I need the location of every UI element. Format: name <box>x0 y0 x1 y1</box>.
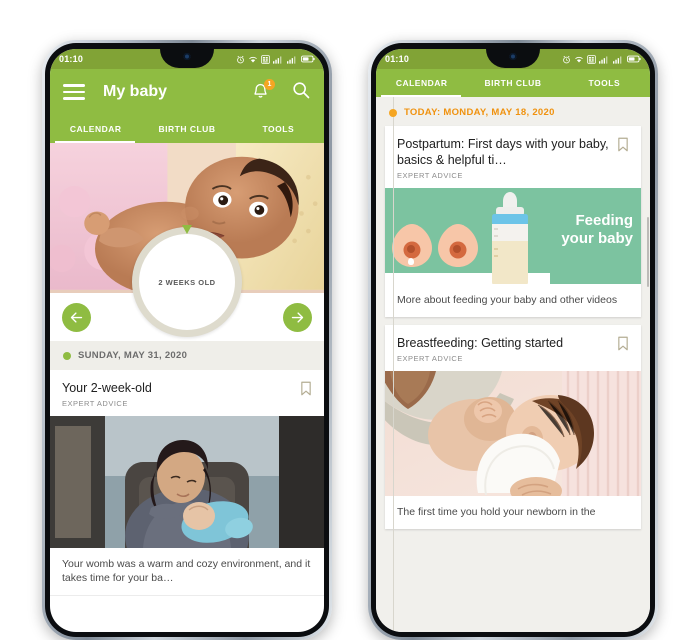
arrow-left-icon <box>70 311 83 323</box>
feeding-banner-text: Feeding your baby <box>561 212 633 248</box>
sim-icon <box>587 54 596 64</box>
hamburger-bar <box>63 97 85 100</box>
article-title: Breastfeeding: Getting started <box>397 336 564 351</box>
today-header: TODAY: MONDAY, MAY 18, 2020 <box>376 97 650 126</box>
status-bar-icons <box>562 54 641 64</box>
article-card[interactable]: Your 2-week-old EXPERT ADVICE Your womb … <box>50 370 324 597</box>
tab-tools[interactable]: TOOLS <box>559 69 650 97</box>
tab-bar: CALENDAR BIRTH CLUB TOOLS <box>376 69 650 97</box>
signal-icon <box>599 55 608 64</box>
breastfeeding-photo-illustration <box>385 371 641 497</box>
status-bar-clock: 01:10 <box>59 54 84 64</box>
status-bar-clock: 01:10 <box>385 54 410 64</box>
tab-birth-club[interactable]: BIRTH CLUB <box>141 115 232 143</box>
article-card-header: Postpartum: First days with your baby, b… <box>385 126 641 176</box>
tab-tools[interactable]: TOOLS <box>233 115 324 143</box>
age-ring-progress-marker <box>182 225 192 234</box>
phone-mockup-right: 01:10 CALENDAR BIRTH CLUB TOOLS TODAY: M… <box>368 40 658 640</box>
article-kicker: EXPERT ADVICE <box>62 399 128 408</box>
bookmark-icon[interactable] <box>300 381 312 396</box>
article-card[interactable]: Breastfeeding: Getting started EXPERT AD… <box>385 325 641 530</box>
bookmark-icon[interactable] <box>617 137 629 152</box>
hamburger-bar <box>63 84 85 87</box>
article-excerpt: Your womb was a warm and cozy environmen… <box>62 558 311 585</box>
tab-birth-club[interactable]: BIRTH CLUB <box>467 69 558 97</box>
today-label: TODAY: MONDAY, MAY 18, 2020 <box>404 107 555 118</box>
app-bar: My baby 1 <box>50 69 324 115</box>
article-title: Your 2-week-old <box>62 381 152 395</box>
search-button[interactable] <box>291 80 311 105</box>
alarm-icon <box>563 55 570 63</box>
status-bar-icons <box>236 54 315 64</box>
signal-icon <box>273 55 282 64</box>
article-kicker: EXPERT ADVICE <box>397 354 463 364</box>
notifications-button[interactable]: 1 <box>251 79 275 102</box>
today-dot-icon <box>389 108 397 117</box>
previous-day-button[interactable] <box>62 302 91 332</box>
article-feed[interactable]: TODAY: MONDAY, MAY 18, 2020 Postpartum: … <box>376 97 650 632</box>
age-navigation-strip: 2 WEEKS OLD <box>50 225 324 341</box>
sim-icon <box>261 54 270 64</box>
front-camera-icon <box>509 53 517 60</box>
notification-badge: 1 <box>264 79 275 90</box>
mother-holding-baby-illustration <box>50 416 324 548</box>
feeding-banner-line1: Feeding <box>575 212 633 229</box>
feeding-banner-line2: your baby <box>561 230 633 247</box>
wifi-icon <box>575 56 583 63</box>
article-excerpt: The first time you hold your newborn in … <box>397 506 596 519</box>
page-title: My baby <box>103 83 168 100</box>
phone-mockup-left: 01:10 My baby 1 CALENDAR BIRTH CLUB TOOL… <box>42 40 332 640</box>
hamburger-icon[interactable] <box>63 84 85 100</box>
signal-icon <box>287 55 296 64</box>
next-day-button[interactable] <box>283 302 312 332</box>
tab-calendar[interactable]: CALENDAR <box>50 115 141 143</box>
baby-age-label: 2 WEEKS OLD <box>158 277 216 287</box>
tab-calendar[interactable]: CALENDAR <box>376 69 467 97</box>
hamburger-bar <box>63 90 85 94</box>
article-card[interactable]: Postpartum: First days with your baby, b… <box>385 126 641 318</box>
article-photo <box>50 416 324 548</box>
feeding-banner-illustration: Feeding your baby <box>385 188 641 284</box>
day-dot-icon <box>63 351 71 360</box>
article-photo <box>385 371 641 497</box>
day-label: SUNDAY, MAY 31, 2020 <box>78 350 188 361</box>
front-camera-icon <box>183 53 191 60</box>
battery-icon <box>627 55 641 63</box>
search-icon <box>293 81 310 98</box>
phone-screen-left: 01:10 My baby 1 CALENDAR BIRTH CLUB TOOL… <box>50 49 324 632</box>
bookmark-icon[interactable] <box>617 336 629 351</box>
day-header: SUNDAY, MAY 31, 2020 <box>50 341 324 370</box>
wifi-icon <box>249 56 257 63</box>
baby-age-ring[interactable]: 2 WEEKS OLD <box>132 225 242 337</box>
tab-bar: CALENDAR BIRTH CLUB TOOLS <box>50 115 324 143</box>
article-title: Postpartum: First days with your baby, b… <box>397 137 609 167</box>
alarm-icon <box>237 55 244 63</box>
phone-screen-right: 01:10 CALENDAR BIRTH CLUB TOOLS TODAY: M… <box>376 49 650 632</box>
article-kicker: EXPERT ADVICE <box>397 171 463 180</box>
signal-icon <box>613 55 622 64</box>
battery-icon <box>301 55 315 63</box>
phone-bezel: 01:10 CALENDAR BIRTH CLUB TOOLS TODAY: M… <box>371 43 655 637</box>
timeline-rail <box>393 97 394 632</box>
phone-bezel: 01:10 My baby 1 CALENDAR BIRTH CLUB TOOL… <box>45 43 329 637</box>
arrow-right-icon <box>291 311 304 323</box>
scrollbar-thumb[interactable] <box>647 217 649 287</box>
article-excerpt: More about feeding your baby and other v… <box>397 294 618 306</box>
